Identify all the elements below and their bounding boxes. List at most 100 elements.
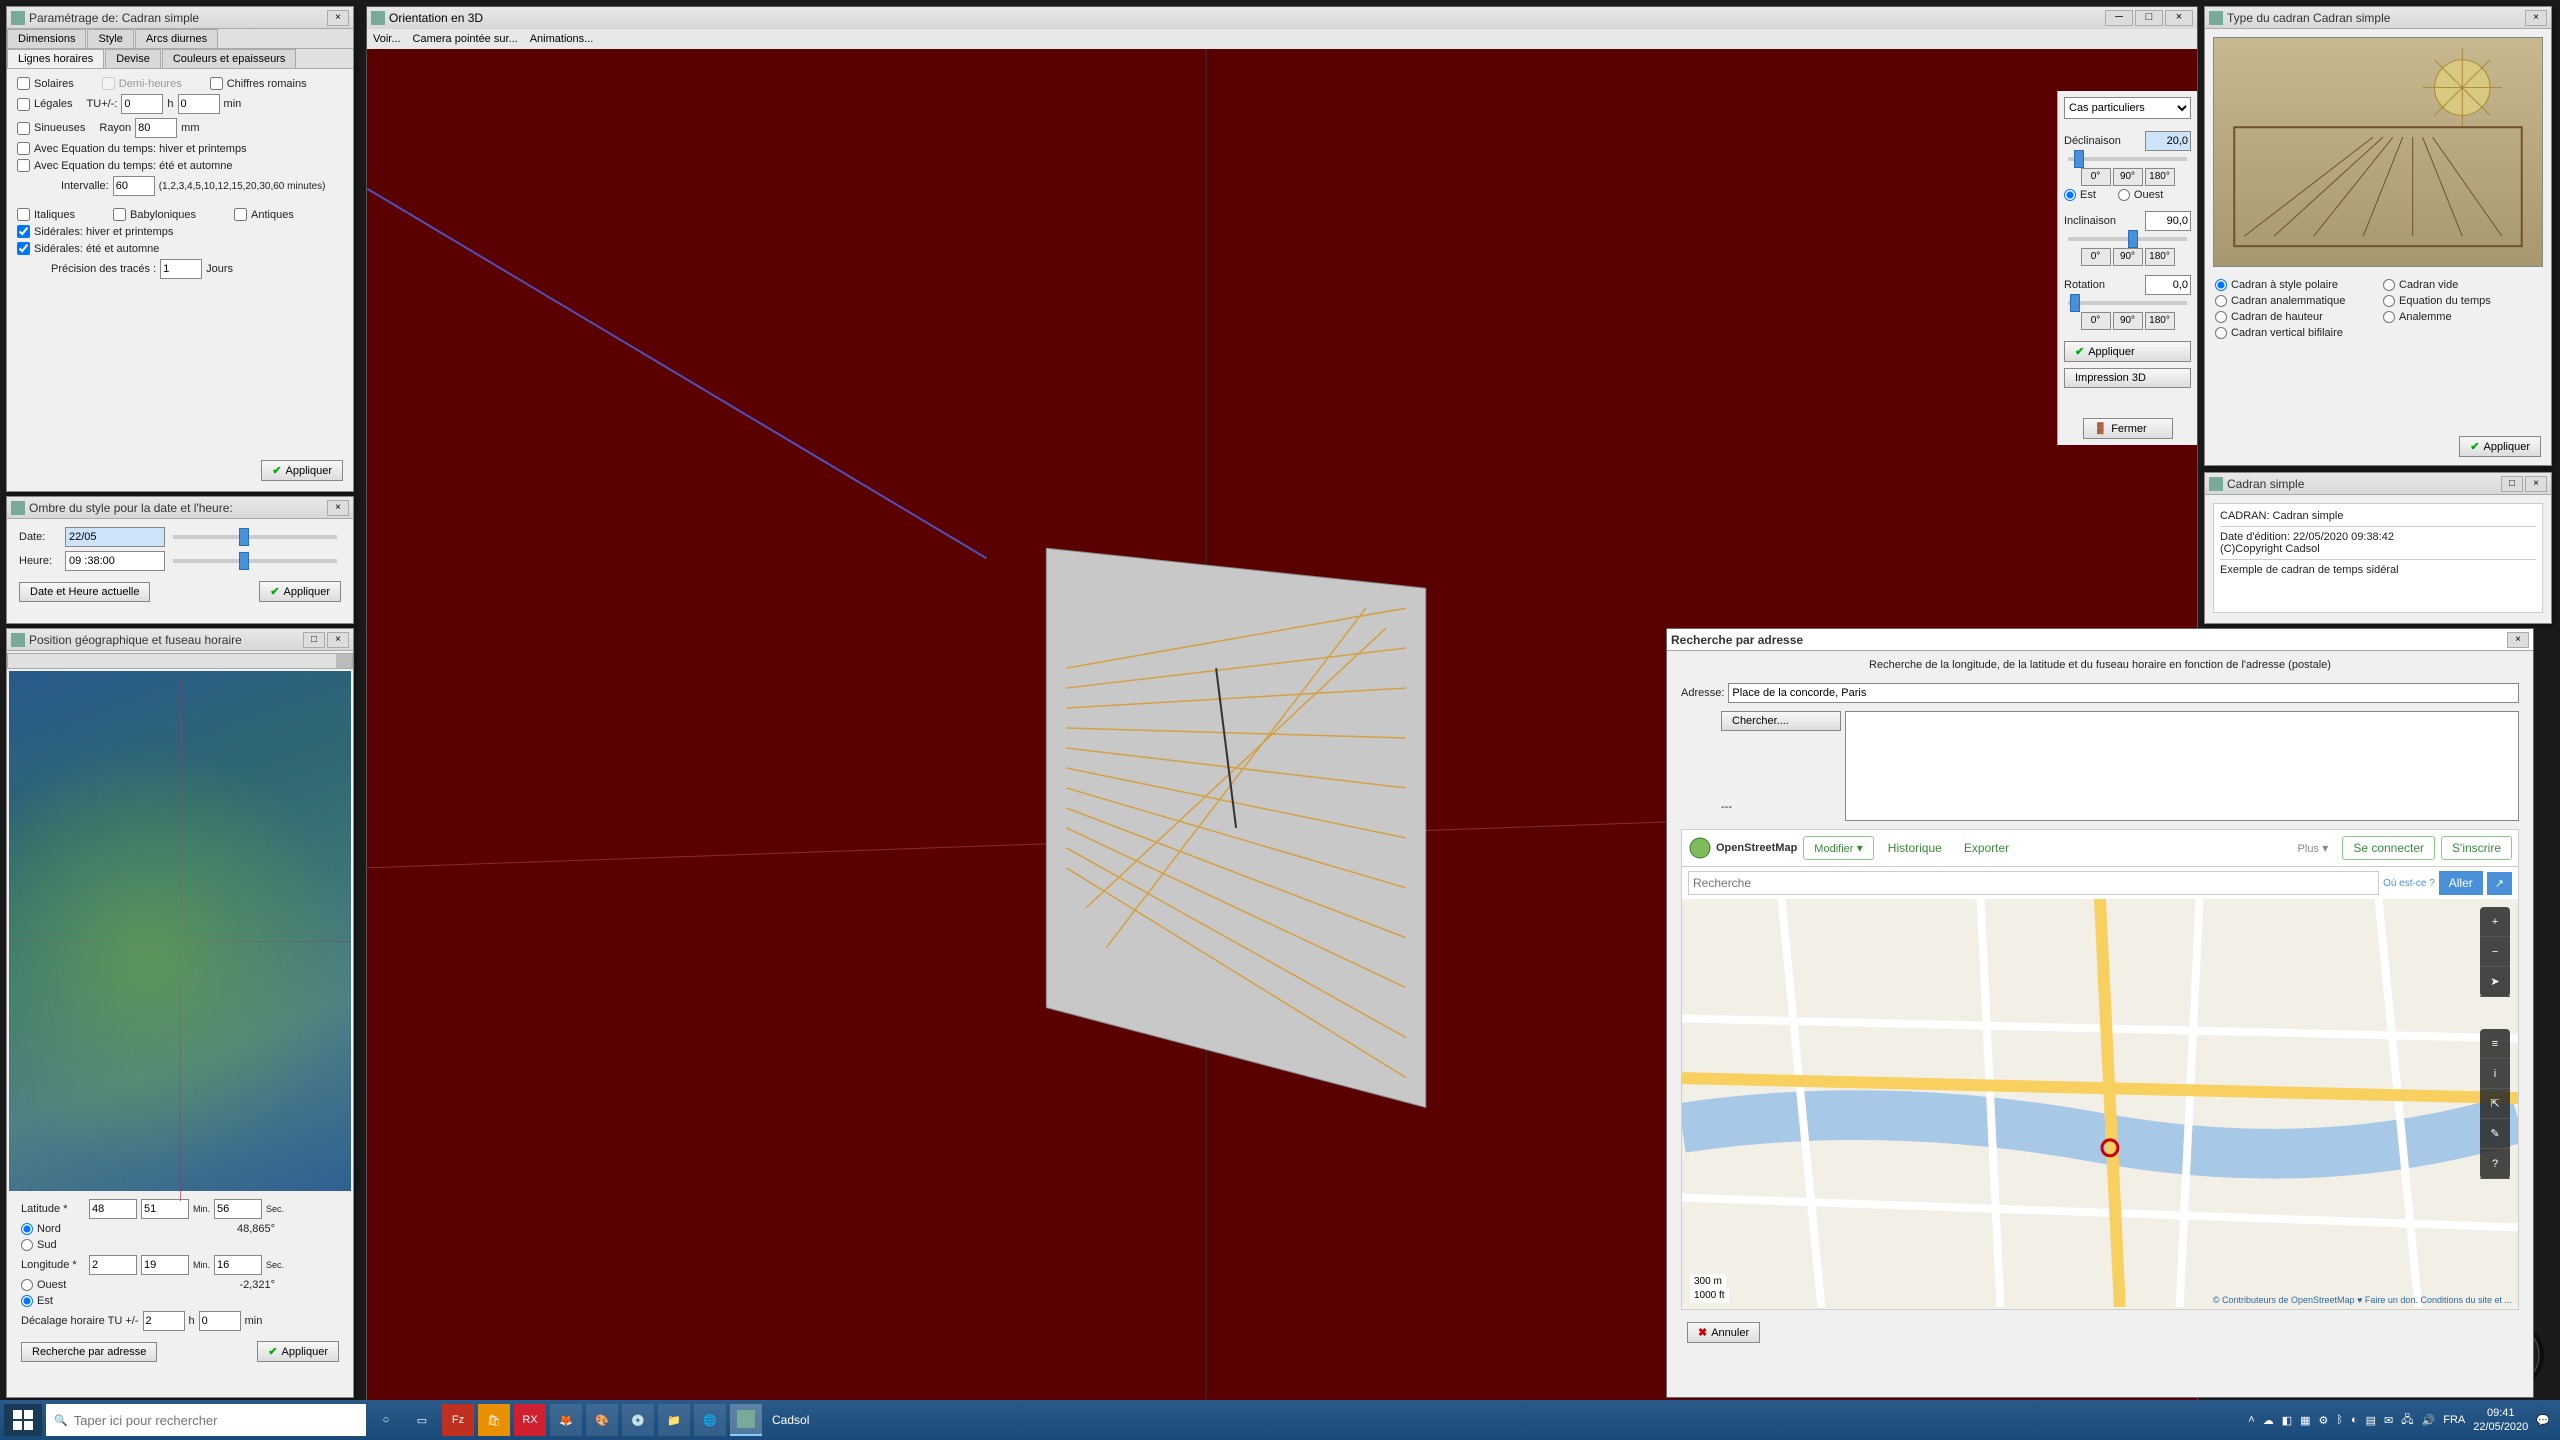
geo-apply-button[interactable]: ✔Appliquer	[257, 1341, 339, 1362]
decl-180[interactable]: 180°	[2145, 168, 2175, 186]
spin-interval[interactable]	[113, 176, 155, 196]
tray-volume-icon[interactable]: 🔊	[2422, 1414, 2436, 1427]
osm-map[interactable]: 300 m 1000 ft © Contributeurs de OpenStr…	[1682, 899, 2518, 1309]
osm-export[interactable]: Exporter	[1956, 837, 2017, 859]
tab-dimensions[interactable]: Dimensions	[7, 29, 86, 48]
tray-onedrive-icon[interactable]: ☁	[2263, 1414, 2274, 1427]
start-button[interactable]	[4, 1404, 42, 1436]
rot-180[interactable]: 180°	[2145, 312, 2175, 330]
hour-field[interactable]	[65, 551, 165, 571]
r-empty[interactable]	[2383, 279, 2395, 291]
explorer-icon[interactable]: 📁	[658, 1404, 690, 1436]
rot-input[interactable]	[2145, 275, 2191, 295]
menu-anim[interactable]: Animations...	[530, 33, 594, 45]
menu-voir[interactable]: Voir...	[373, 33, 401, 45]
lon-min[interactable]	[141, 1255, 189, 1275]
lat-sec[interactable]	[214, 1199, 262, 1219]
note-icon[interactable]: ✎	[2480, 1119, 2510, 1149]
go-button[interactable]: Chercher....	[1721, 711, 1841, 731]
close-icon[interactable]: ×	[327, 10, 349, 26]
r-analemme[interactable]	[2383, 311, 2395, 323]
query-icon[interactable]: ?	[2480, 1149, 2510, 1179]
spin-precision[interactable]	[160, 259, 202, 279]
layers-icon[interactable]: ≡	[2480, 1029, 2510, 1059]
rot-0[interactable]: 0°	[2081, 312, 2111, 330]
addr-input[interactable]	[1728, 683, 2519, 703]
tray-icon[interactable]: ▦	[2300, 1414, 2310, 1427]
osm-where[interactable]: Où est-ce ?	[2383, 878, 2435, 889]
hour-slider[interactable]	[173, 559, 337, 563]
chk-solar[interactable]	[17, 77, 30, 90]
decl-0[interactable]: 0°	[2081, 168, 2111, 186]
tab-colors[interactable]: Couleurs et epaisseurs	[162, 49, 297, 68]
chk-babylon[interactable]	[113, 208, 126, 221]
rot-90[interactable]: 90°	[2113, 312, 2143, 330]
europe-map[interactable]	[9, 671, 351, 1191]
chk-eot1[interactable]	[17, 142, 30, 155]
tab-style[interactable]: Style	[87, 29, 133, 48]
tray-icon[interactable]: ◐	[2351, 1414, 2358, 1426]
close-icon[interactable]: ×	[2525, 476, 2547, 492]
incl-slider[interactable]	[2068, 237, 2187, 241]
search-address-button[interactable]: Recherche par adresse	[21, 1342, 157, 1362]
locate-icon[interactable]: ➤	[2480, 967, 2510, 997]
radio-e[interactable]	[2064, 189, 2076, 201]
geo-hscroll[interactable]	[7, 653, 353, 669]
share-icon[interactable]: ⇱	[2480, 1089, 2510, 1119]
lat-deg[interactable]	[89, 1199, 137, 1219]
close-button[interactable]: 🚪Fermer	[2083, 418, 2173, 439]
cadsol-taskbar[interactable]	[730, 1404, 762, 1436]
incl-input[interactable]	[2145, 211, 2191, 231]
close-icon[interactable]: ×	[327, 632, 349, 648]
cancel-button[interactable]: ✖Annuler	[1687, 1322, 1760, 1343]
now-button[interactable]: Date et Heure actuelle	[19, 582, 150, 602]
rx-icon[interactable]: RX	[514, 1404, 546, 1436]
spin-tu-m[interactable]	[178, 94, 220, 114]
radio-east[interactable]	[21, 1295, 33, 1307]
tray-bluetooth-icon[interactable]: ᛒ	[2336, 1414, 2343, 1426]
results-box[interactable]	[1845, 711, 2519, 821]
close-icon[interactable]: ×	[2525, 10, 2547, 26]
r-analem[interactable]	[2215, 295, 2227, 307]
taskbar-search-input[interactable]	[74, 1413, 358, 1428]
taskbar-clock[interactable]: 09:41 22/05/2020	[2473, 1406, 2528, 1434]
date-slider[interactable]	[173, 535, 337, 539]
chk-italic[interactable]	[17, 208, 30, 221]
incl-0[interactable]: 0°	[2081, 248, 2111, 266]
r-height[interactable]	[2215, 311, 2227, 323]
r-bifilaire[interactable]	[2215, 327, 2227, 339]
orient-apply-button[interactable]: ✔Appliquer	[2064, 341, 2191, 362]
tray-chevron-icon[interactable]: ˄	[2248, 1414, 2254, 1426]
osm-directions-icon[interactable]: ↗	[2487, 872, 2512, 895]
tab-hourlines[interactable]: Lignes horaires	[7, 49, 104, 68]
osm-login[interactable]: Se connecter	[2342, 836, 2435, 860]
radio-w[interactable]	[2118, 189, 2130, 201]
menu-camera[interactable]: Camera pointée sur...	[413, 33, 518, 45]
radio-west[interactable]	[21, 1279, 33, 1291]
filezilla-icon[interactable]: Fz	[442, 1404, 474, 1436]
osm-search-input[interactable]	[1688, 871, 2379, 895]
osm-signup[interactable]: S'inscrire	[2441, 836, 2512, 860]
decl-slider[interactable]	[2068, 157, 2187, 161]
cortana-icon[interactable]: ○	[370, 1404, 402, 1436]
app-icon-1[interactable]: 🦊	[550, 1404, 582, 1436]
lon-sec[interactable]	[214, 1255, 262, 1275]
rot-slider[interactable]	[2068, 301, 2187, 305]
r-eot[interactable]	[2383, 295, 2395, 307]
minimize-icon[interactable]: ─	[2105, 10, 2133, 26]
radio-south[interactable]	[21, 1239, 33, 1251]
maximize-icon[interactable]: □	[2501, 476, 2523, 492]
tray-network-icon[interactable]: 🖧	[2401, 1411, 2413, 1430]
maximize-icon[interactable]: □	[2135, 10, 2163, 26]
date-field[interactable]	[65, 527, 165, 547]
radio-north[interactable]	[21, 1223, 33, 1235]
tray-icon[interactable]: ▤	[2366, 1414, 2376, 1427]
zoom-in-icon[interactable]: +	[2480, 907, 2510, 937]
spin-tu-h[interactable]	[121, 94, 163, 114]
type-apply-button[interactable]: ✔Appliquer	[2459, 436, 2541, 457]
chk-legal[interactable]	[17, 98, 30, 111]
r-polar[interactable]	[2215, 279, 2227, 291]
incl-90[interactable]: 90°	[2113, 248, 2143, 266]
app-icon-2[interactable]: 🎨	[586, 1404, 618, 1436]
chk-antique[interactable]	[234, 208, 247, 221]
